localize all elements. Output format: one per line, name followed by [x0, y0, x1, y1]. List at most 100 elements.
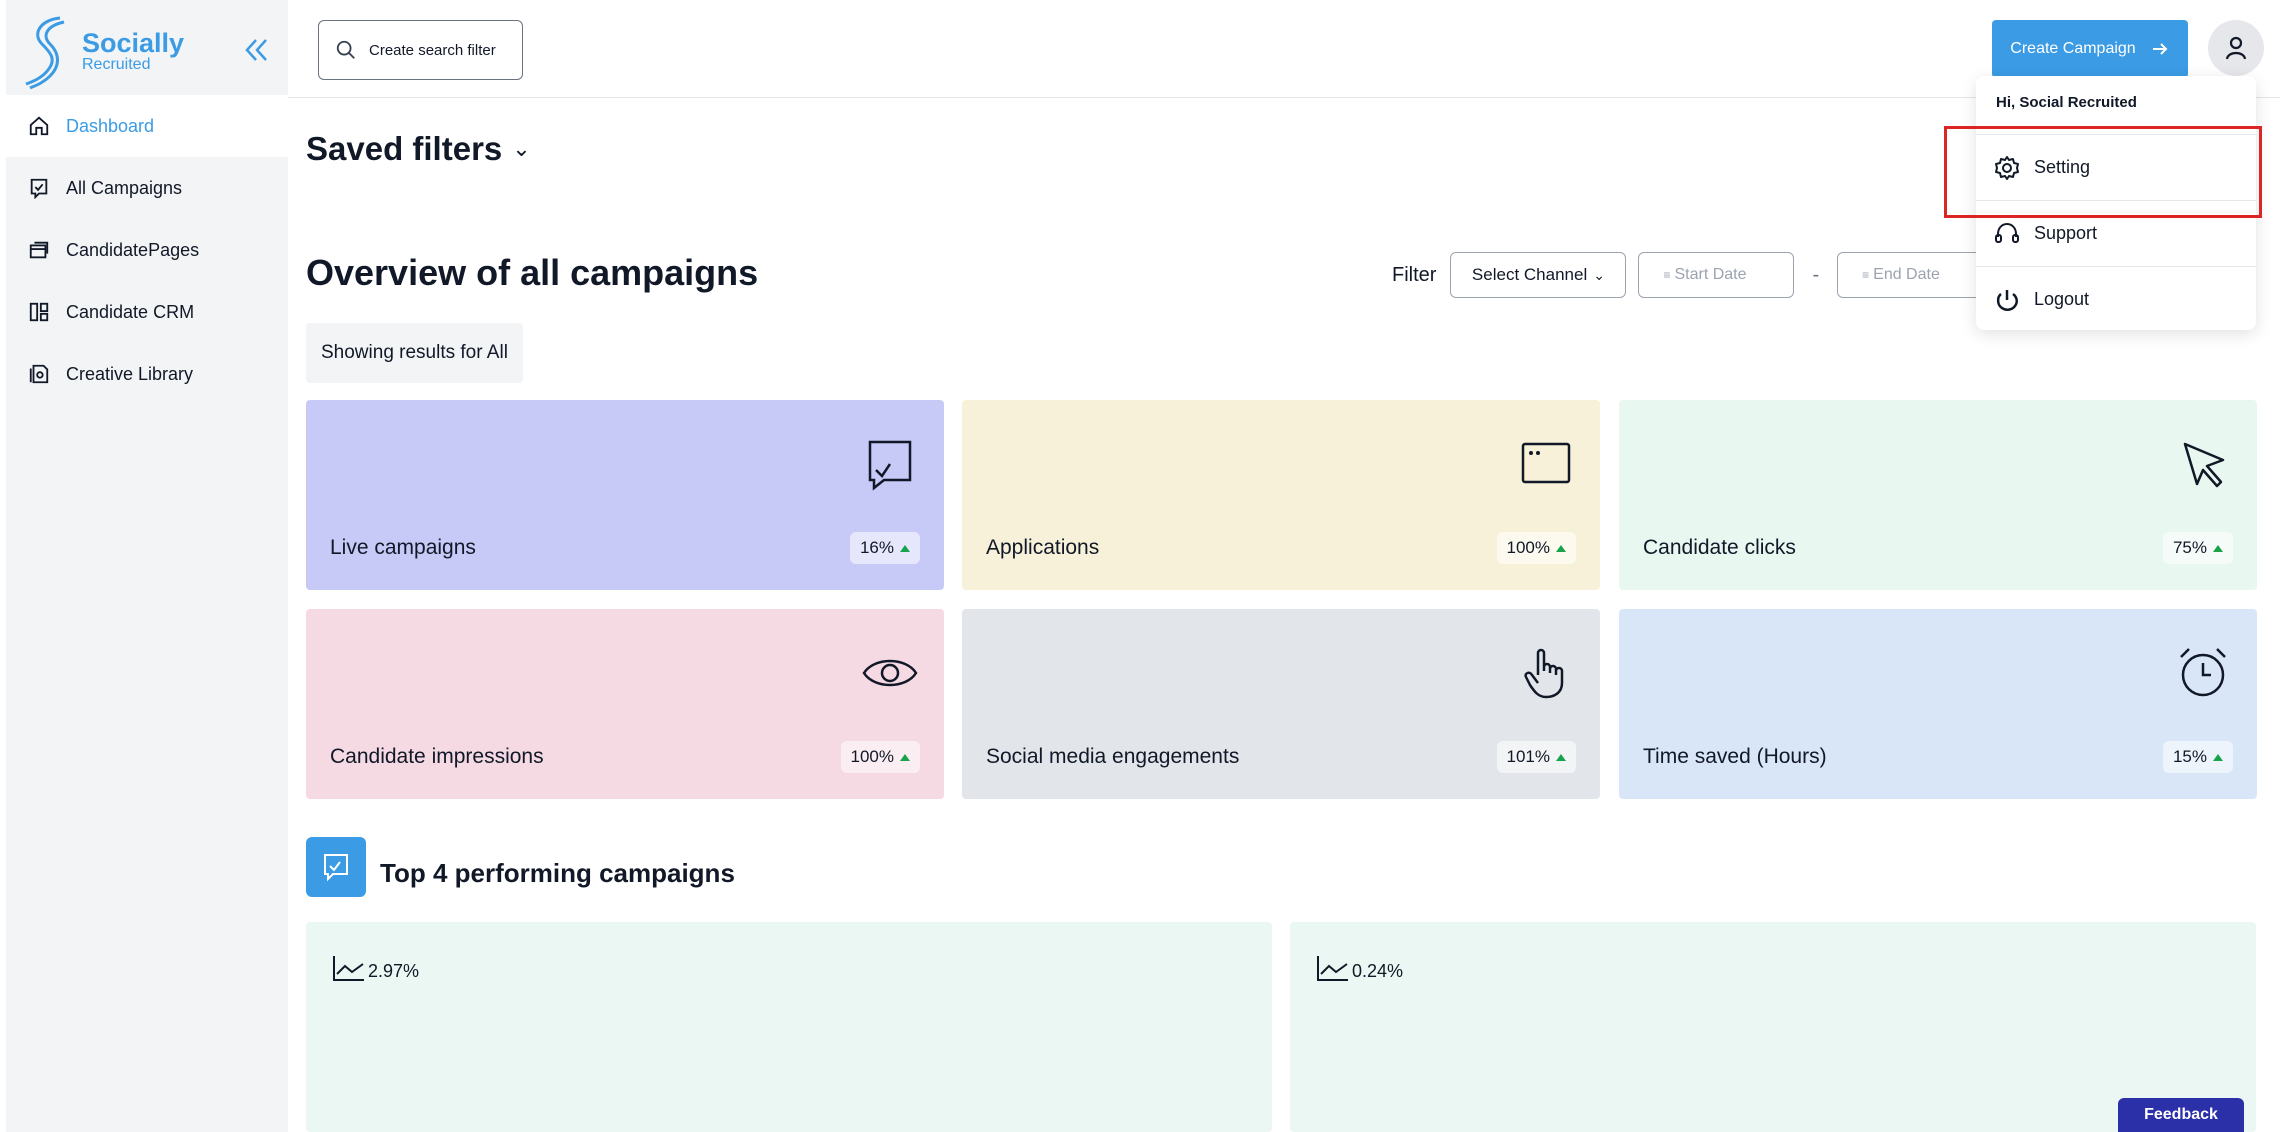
performance-percent: 0.24%	[1352, 961, 1404, 981]
crm-icon	[29, 302, 49, 322]
user-icon	[2225, 36, 2247, 60]
stat-card-candidate-clicks[interactable]: Candidate clicks 75%	[1619, 400, 2257, 590]
performance-value: 0.24%	[1316, 954, 1403, 982]
percent-badge: 16%	[849, 532, 920, 564]
trend-up-icon	[900, 544, 910, 552]
stat-card-time-saved[interactable]: Time saved (Hours) 15%	[1619, 609, 2257, 799]
percent-badge: 15%	[2162, 741, 2233, 773]
sidebar-nav: Dashboard All Campaigns CandidatePages C…	[6, 95, 288, 405]
line-chart-icon	[1317, 956, 1348, 981]
card-label: Applications	[986, 536, 1100, 559]
line-chart-icon	[333, 956, 364, 981]
campaign-check-icon	[324, 854, 348, 882]
percent-value: 75%	[2172, 538, 2207, 557]
sidebar-item-all-campaigns[interactable]: All Campaigns	[6, 157, 288, 219]
end-date-input[interactable]: ≡ End Date	[1837, 252, 1994, 298]
cursor-icon	[2183, 442, 2225, 488]
performance-percent: 2.97%	[368, 961, 420, 981]
collapse-sidebar-button[interactable]	[236, 30, 276, 70]
create-search-filter-button[interactable]: Create search filter	[318, 20, 523, 80]
results-pill: Showing results for All	[306, 323, 523, 383]
chevron-down-icon: ⌄	[512, 136, 531, 161]
campaign-icon	[30, 178, 48, 199]
search-filter-label: Create search filter	[369, 41, 496, 59]
campaign-performance-card[interactable]: 0.24%	[1290, 922, 2256, 1132]
stat-card-social-media-engagements[interactable]: Social media engagements 101%	[962, 609, 1600, 799]
sidebar-item-label: All Campaigns	[66, 177, 183, 198]
trend-up-icon	[2213, 544, 2223, 552]
trend-up-icon	[2213, 753, 2223, 761]
card-label: Live campaigns	[330, 536, 476, 559]
gear-icon	[1995, 155, 2019, 180]
trend-up-icon	[1556, 753, 1566, 761]
performance-value: 2.97%	[332, 954, 419, 982]
sidebar-item-creative-library[interactable]: Creative Library	[6, 343, 288, 405]
menu-item-setting[interactable]: Setting	[1976, 134, 2256, 200]
start-date-input[interactable]: ≡ Start Date	[1638, 252, 1795, 298]
campaign-check-icon	[868, 440, 912, 491]
trend-up-icon	[1556, 544, 1566, 552]
menu-item-label: Support	[2034, 223, 2098, 243]
calendar-icon: ≡	[1663, 268, 1671, 282]
sidebar-item-candidatepages[interactable]: CandidatePages	[6, 219, 288, 281]
eye-icon	[862, 659, 918, 687]
power-icon	[1996, 289, 2018, 311]
sidebar-item-dashboard[interactable]: Dashboard	[6, 95, 288, 157]
percent-badge: 101%	[1496, 741, 1576, 773]
sidebar-item-label: Candidate CRM	[66, 301, 195, 322]
top-campaigns-badge	[306, 837, 366, 897]
percent-badge: 100%	[1496, 532, 1576, 564]
campaign-performance-card[interactable]: 2.97%	[306, 922, 1272, 1132]
sidebar-item-label: CandidatePages	[66, 239, 200, 260]
card-label: Time saved (Hours)	[1643, 745, 1827, 768]
percent-value: 16%	[859, 538, 894, 557]
user-avatar-button[interactable]	[2208, 20, 2264, 76]
stat-card-live-campaigns[interactable]: Live campaigns 16%	[306, 400, 944, 590]
percent-value: 101%	[1506, 747, 1550, 766]
sidebar-item-label: Dashboard	[66, 115, 155, 136]
create-campaign-label: Create Campaign	[2010, 40, 2136, 57]
filter-row: Filter Select Channel ⌄ ≡ Start Date - ≡…	[1392, 252, 1994, 298]
hand-pointer-icon	[1524, 648, 1564, 699]
card-label: Social media engagements	[986, 745, 1240, 768]
headset-icon	[1995, 222, 2019, 243]
alarm-clock-icon	[2180, 648, 2226, 697]
start-date-placeholder: Start Date	[1674, 266, 1747, 283]
card-label: Candidate clicks	[1643, 536, 1796, 559]
double-chevron-left-icon	[245, 39, 267, 61]
date-separator: -	[1812, 263, 1820, 286]
percent-value: 100%	[850, 747, 894, 766]
trend-up-icon	[900, 753, 910, 761]
sidebar-item-label: Creative Library	[66, 363, 194, 384]
saved-filters-label: Saved filters	[306, 130, 503, 167]
sidebar: Socially Recruited Dashboard All Campaig…	[6, 0, 288, 1132]
percent-value: 100%	[1506, 538, 1550, 557]
menu-item-support[interactable]: Support	[1976, 200, 2256, 266]
overview-title: Overview of all campaigns	[306, 252, 759, 293]
select-channel-value: Select Channel	[1471, 265, 1588, 284]
sidebar-item-candidate-crm[interactable]: Candidate CRM	[6, 281, 288, 343]
create-campaign-button[interactable]: Create Campaign	[1992, 20, 2188, 78]
search-icon	[336, 40, 355, 59]
percent-value: 15%	[2172, 747, 2207, 766]
stat-card-candidate-impressions[interactable]: Candidate impressions 100%	[306, 609, 944, 799]
logo[interactable]: Socially Recruited	[22, 12, 184, 90]
menu-item-logout[interactable]: Logout	[1976, 266, 2256, 332]
arrow-right-icon	[2152, 43, 2168, 55]
feedback-button[interactable]: Feedback	[2118, 1098, 2244, 1132]
user-greeting: Hi, Social Recruited	[1996, 94, 2137, 111]
top-campaigns-title: Top 4 performing campaigns	[380, 858, 735, 888]
filter-label: Filter	[1392, 263, 1437, 286]
home-icon	[29, 116, 49, 136]
card-label: Candidate impressions	[330, 745, 544, 768]
brand-subtitle: Recruited	[82, 56, 151, 73]
saved-filters-dropdown[interactable]: Saved filters ⌄	[306, 130, 531, 168]
stat-card-applications[interactable]: Applications 100%	[962, 400, 1600, 590]
percent-badge: 75%	[2162, 532, 2233, 564]
end-date-placeholder: End Date	[1873, 266, 1940, 283]
brand-title: Socially	[82, 28, 185, 58]
select-channel-dropdown[interactable]: Select Channel ⌄	[1450, 252, 1627, 298]
logo-mark-icon	[25, 16, 65, 90]
menu-item-label: Setting	[2034, 157, 2091, 177]
menu-item-label: Logout	[2034, 289, 2090, 309]
